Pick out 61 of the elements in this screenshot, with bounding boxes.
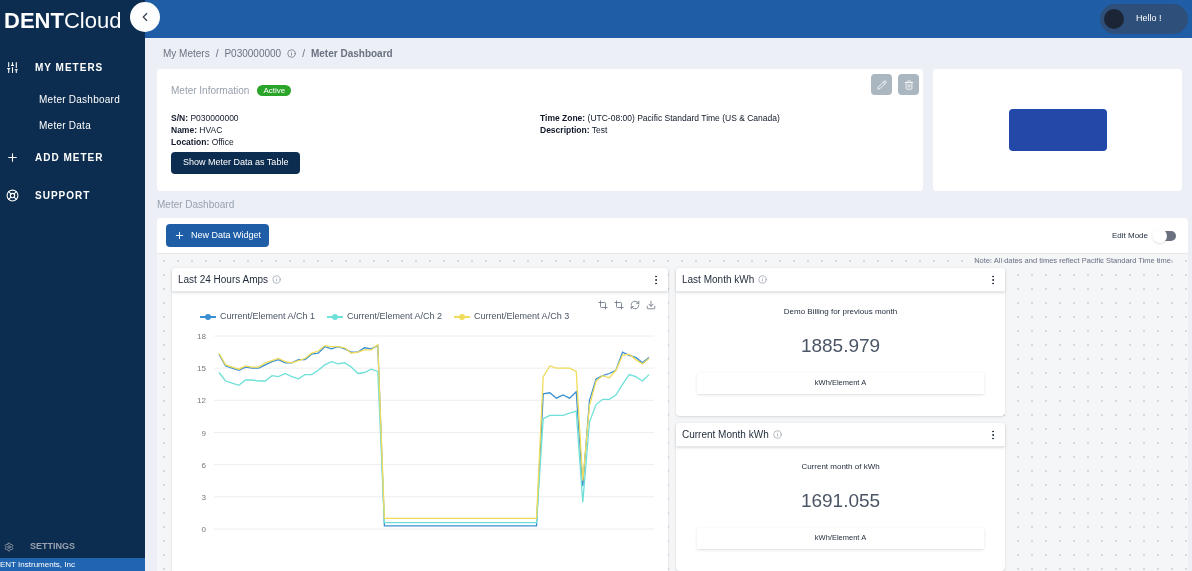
settings-icon[interactable] bbox=[4, 542, 14, 552]
show-table-button[interactable]: Show Meter Data as Table bbox=[171, 152, 301, 175]
info-field: Time Zone: (UTC-08:00) Pacific Standard Time (US & Canada) bbox=[540, 112, 780, 125]
nav-subitem[interactable]: Meter Data bbox=[0, 112, 145, 138]
pencil-icon bbox=[876, 79, 887, 90]
y-tick-label: 0 bbox=[201, 524, 206, 534]
y-tick-label: 12 bbox=[197, 395, 206, 405]
trash-icon bbox=[903, 79, 914, 90]
status-badge: Active bbox=[257, 85, 292, 97]
widget-value: 1691.055 bbox=[800, 489, 881, 513]
legend-label[interactable]: Current/Element A/Ch 3 bbox=[474, 310, 570, 324]
widget-title: Last 24 Hours Amps bbox=[178, 273, 269, 287]
info-field: S/N: P030000000 bbox=[171, 112, 540, 125]
card-title: Meter Information bbox=[171, 84, 250, 99]
edit-button[interactable] bbox=[871, 74, 892, 96]
info-field: Description: Test bbox=[540, 124, 780, 137]
toggle-label: Edit Mode bbox=[1111, 229, 1148, 242]
plus-icon bbox=[174, 230, 185, 241]
crop-icon[interactable] bbox=[598, 300, 608, 310]
breadcrumb-separator: / bbox=[215, 47, 219, 62]
nav-item[interactable]: MY METERS bbox=[0, 48, 145, 86]
nav-subitem[interactable]: Meter Dashboard bbox=[0, 86, 145, 112]
breadcrumb-item[interactable]: P030000000 bbox=[224, 46, 282, 62]
info-field: Location: Office bbox=[171, 136, 540, 149]
info-icon[interactable] bbox=[272, 275, 282, 284]
collapse-button[interactable] bbox=[130, 2, 160, 32]
y-tick-label: 6 bbox=[201, 460, 206, 470]
legend-label[interactable]: Current/Element A/Ch 2 bbox=[347, 310, 443, 324]
breadcrumb-item[interactable]: My Meters bbox=[163, 46, 210, 62]
nav-item[interactable]: SUPPORT bbox=[0, 176, 145, 214]
delete-button[interactable] bbox=[898, 74, 919, 96]
crop-icon[interactable] bbox=[614, 300, 624, 310]
widget-title: Last Month kWh bbox=[682, 273, 755, 287]
breadcrumb-separator: / bbox=[302, 47, 305, 62]
plus-icon bbox=[6, 150, 19, 164]
y-tick-label: 15 bbox=[197, 363, 206, 373]
info-icon[interactable] bbox=[772, 430, 782, 439]
refresh-icon[interactable] bbox=[630, 300, 640, 310]
edit-mode-toggle[interactable] bbox=[1156, 230, 1176, 241]
section-title: Meter Dashboard bbox=[156, 198, 236, 213]
y-tick-label: 9 bbox=[201, 428, 206, 437]
widget-caption: Demo Billing for previous month bbox=[783, 306, 898, 318]
widget-title: Current Month kWh bbox=[682, 428, 769, 442]
sliders-icon bbox=[6, 60, 19, 74]
info-icon[interactable] bbox=[287, 49, 297, 59]
info-field: Name: HVAC bbox=[171, 124, 540, 137]
nav-item[interactable]: ADD METER bbox=[0, 138, 145, 176]
download-icon[interactable] bbox=[646, 300, 656, 310]
legend-label[interactable]: Current/Element A/Ch 1 bbox=[220, 310, 316, 324]
support-icon bbox=[6, 188, 19, 202]
info-icon[interactable] bbox=[758, 275, 768, 284]
breadcrumb-item: Meter Dashboard bbox=[310, 47, 393, 62]
widget-value: 1885.979 bbox=[800, 334, 881, 358]
footer-bar: ENT Instruments, Inc bbox=[0, 558, 145, 571]
new-widget-button[interactable]: New Data Widget bbox=[166, 224, 270, 247]
widget-caption: Current month of kWh bbox=[801, 461, 880, 473]
y-tick-label: 3 bbox=[201, 492, 206, 502]
brand-logo: DENTCloud bbox=[4, 6, 122, 35]
user-menu[interactable]: Hello ! bbox=[1100, 4, 1188, 35]
settings-link[interactable]: SETTINGS bbox=[30, 540, 75, 554]
y-tick-label: 18 bbox=[197, 331, 206, 341]
